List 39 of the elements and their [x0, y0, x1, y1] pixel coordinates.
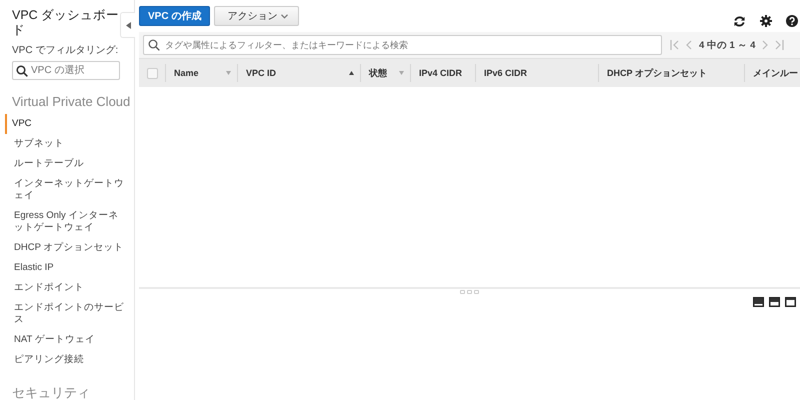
refresh-icon[interactable]: [733, 14, 746, 28]
nav-item[interactable]: VPC: [5, 114, 124, 134]
nav-item[interactable]: Elastic IP: [0, 258, 126, 278]
column-header[interactable]: メインルー: [753, 66, 798, 80]
column-header[interactable]: VPC ID: [246, 68, 276, 78]
column-header[interactable]: IPv6 CIDR: [484, 68, 528, 78]
section-heading: セキュリティ: [12, 384, 91, 400]
settings-icon[interactable]: [760, 15, 772, 27]
column-header[interactable]: DHCP オプションセット: [607, 66, 707, 80]
caret-icon: [281, 14, 288, 18]
sidebar-title: VPC ダッシュボード: [12, 8, 120, 38]
nav-item[interactable]: NAT ゲートウェイ: [0, 330, 126, 350]
page-range: 4 中の 1 ～ 4: [699, 38, 756, 52]
bottom-panel-layout-icon[interactable]: [753, 297, 764, 307]
section-heading: Virtual Private Cloud: [12, 94, 132, 109]
vpc-filter-field[interactable]: VPC の選択: [12, 61, 120, 80]
select-all-checkbox[interactable]: [146, 68, 158, 78]
filter-label: VPC でフィルタリング:: [12, 44, 120, 57]
split-panel-layout-icon[interactable]: [769, 297, 780, 307]
column-header[interactable]: 状態: [369, 66, 387, 80]
nav-item[interactable]: Egress Only インターネットゲートウェイ: [0, 206, 126, 238]
column-header[interactable]: IPv4 CIDR: [419, 68, 462, 78]
nav-item[interactable]: エンドポイントのサービス: [0, 298, 126, 330]
search-field[interactable]: タグや属性によるフィルター、またはキーワードによる検索: [143, 35, 662, 55]
nav-item[interactable]: サブネット: [0, 134, 126, 154]
sort-ascending-icon[interactable]: [349, 71, 354, 75]
top-panel-layout-icon[interactable]: [785, 297, 796, 307]
nav-item[interactable]: エンドポイント: [0, 278, 126, 298]
help-icon[interactable]: [786, 15, 798, 27]
nav-item[interactable]: インターネットゲートウェイ: [0, 174, 126, 206]
collapse-icon: [126, 22, 130, 28]
collapse-button[interactable]: [120, 12, 135, 38]
create-vpc-button[interactable]: VPC の作成: [139, 6, 210, 26]
actions-dropdown[interactable]: アクション: [214, 6, 300, 26]
nav-item[interactable]: ルートテーブル: [0, 154, 126, 174]
column-header[interactable]: Name: [174, 68, 199, 78]
nav-item[interactable]: DHCP オプションセット: [0, 238, 126, 258]
resize-handle[interactable]: [460, 290, 479, 295]
nav-item[interactable]: ピアリング接続: [0, 350, 126, 370]
